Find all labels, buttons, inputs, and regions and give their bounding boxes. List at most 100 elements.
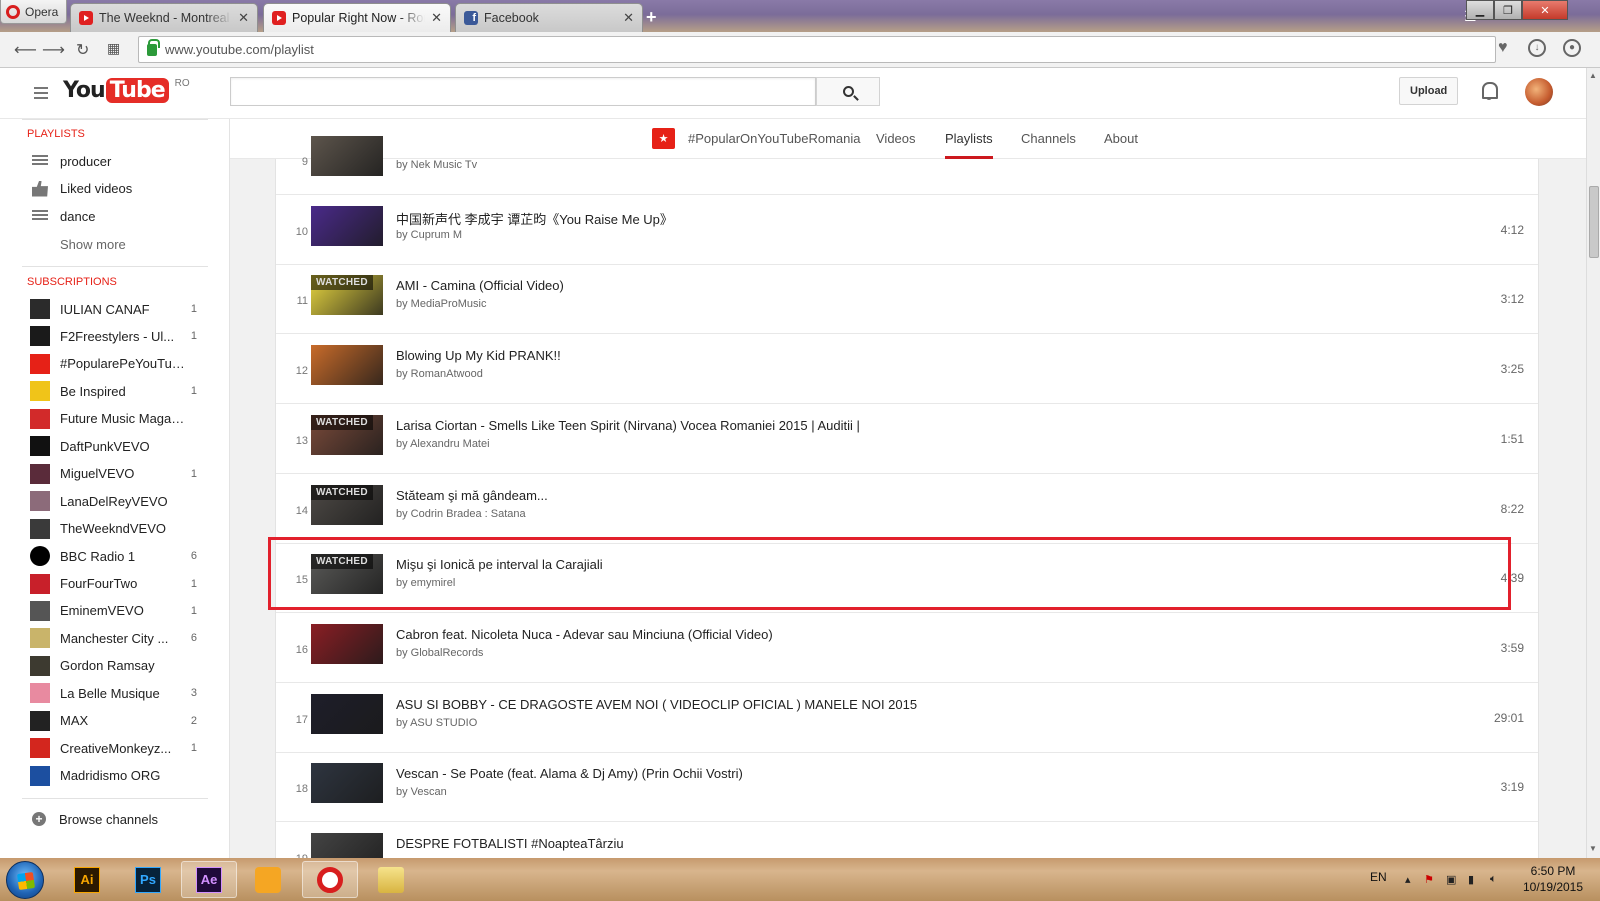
forward-arrow-icon[interactable]: ⟶ <box>42 40 65 60</box>
volume-icon[interactable]: 🔈︎ <box>1490 873 1504 885</box>
taskbar-app-button[interactable]: Ai <box>59 861 115 898</box>
video-thumbnail[interactable] <box>311 205 383 246</box>
taskbar-app-button[interactable] <box>302 861 358 898</box>
network-signal-icon[interactable]: ▮ <box>1468 873 1482 886</box>
sidebar-subscription-item[interactable]: F2Freestylers - Ul... 1 <box>30 325 197 347</box>
back-arrow-icon[interactable]: ⟵ <box>14 40 37 60</box>
sidebar-subscription-item[interactable]: Future Music Magazine <box>30 408 197 430</box>
taskbar-app-button[interactable]: Ps <box>120 861 176 898</box>
show-more-link[interactable]: Show more <box>60 237 126 252</box>
video-channel[interactable]: by RomanAtwood <box>396 368 483 380</box>
system-clock[interactable]: 6:50 PM 10/19/2015 <box>1518 863 1588 895</box>
page-scrollbar[interactable]: ▲ ▼ <box>1586 68 1600 858</box>
sidebar-subscription-item[interactable]: MiguelVEVO 1 <box>30 463 197 485</box>
close-tab-icon[interactable]: ✕ <box>431 10 442 26</box>
search-input[interactable] <box>230 77 816 106</box>
browser-tab[interactable]: Popular Right Now - Romania - YouTube ✕ <box>263 3 451 32</box>
video-channel[interactable]: by emymirel <box>396 577 455 589</box>
sidebar-subscription-item[interactable]: Madridismo ORG <box>30 765 197 787</box>
video-thumbnail[interactable]: WATCHED <box>311 554 383 595</box>
sidebar-subscription-item[interactable]: Be Inspired 1 <box>30 380 197 402</box>
sidebar-subscription-item[interactable]: FourFourTwo 1 <box>30 573 197 595</box>
url-field[interactable]: www.youtube.com/playlist <box>138 36 1496 63</box>
video-thumbnail[interactable] <box>311 693 383 734</box>
playlist-row[interactable]: 9 by Nek Music Tv <box>276 124 1538 195</box>
video-thumbnail[interactable] <box>311 136 383 176</box>
playlist-row[interactable]: 14 WATCHED Stăteam şi mă gândeam... by Codr… <box>276 473 1538 544</box>
video-channel[interactable]: by GlobalRecords <box>396 647 483 659</box>
sidebar-subscription-item[interactable]: CreativeMonkeyz... 1 <box>30 737 197 759</box>
sidebar-subscription-item[interactable]: BBC Radio 1 6 <box>30 545 197 567</box>
playlist-row[interactable]: 13 WATCHED Larisa Ciortan - Smells Like Te… <box>276 403 1538 474</box>
video-thumbnail[interactable] <box>311 833 383 858</box>
search-button[interactable] <box>816 77 880 106</box>
scroll-up-arrow-icon[interactable]: ▲ <box>1589 71 1597 80</box>
playlist-row[interactable]: 17 ASU SI BOBBY - CE DRAGOSTE AVEM NOI ( … <box>276 682 1538 753</box>
close-tab-icon[interactable]: ✕ <box>623 10 634 26</box>
video-title[interactable]: Cabron feat. Nicoleta Nuca - Adevar sau … <box>396 627 773 642</box>
bookmark-heart-icon[interactable]: ♥ <box>1498 39 1508 57</box>
playlist-row[interactable]: 10 中国新声代 李成宇 谭芷昀《You Raise Me Up》 by Cupru… <box>276 194 1538 265</box>
notifications-bell-icon[interactable] <box>1481 80 1498 100</box>
language-indicator[interactable]: EN <box>1370 870 1387 884</box>
close-tab-icon[interactable]: ✕ <box>238 10 249 26</box>
playlist-row[interactable]: 19DESPRE FOTBALISTI #NoapteaTârziu <box>276 821 1538 858</box>
video-thumbnail[interactable]: WATCHED <box>311 484 383 525</box>
video-channel[interactable]: by Alexandru Matei <box>396 438 490 450</box>
close-window-button[interactable]: ✕ <box>1522 0 1568 20</box>
playlist-row[interactable]: 12 Blowing Up My Kid PRANK!! by RomanAtwoo… <box>276 333 1538 405</box>
video-channel[interactable]: by ASU STUDIO <box>396 717 477 729</box>
taskbar-app-button[interactable]: Ae <box>181 861 237 898</box>
sidebar-subscription-item[interactable]: LanaDelReyVEVO <box>30 490 197 512</box>
youtube-logo[interactable]: You Tube RO <box>63 78 190 103</box>
taskbar-app-button[interactable] <box>363 861 419 898</box>
video-channel[interactable]: by Codrin Bradea : Satana <box>396 508 526 520</box>
sidebar-playlist-item[interactable]: Liked videos <box>32 178 197 200</box>
upload-button[interactable]: Upload <box>1399 77 1459 105</box>
start-button[interactable] <box>6 861 44 899</box>
video-channel[interactable]: by Vescan <box>396 786 447 798</box>
playlist-row[interactable]: 15 WATCHED Mişu şi Ionică pe interval la C… <box>276 542 1538 614</box>
browser-tab[interactable]: f Facebook ✕ <box>455 3 643 32</box>
sidebar-subscription-item[interactable]: Gordon Ramsay <box>30 655 197 677</box>
avatar[interactable] <box>1525 78 1553 106</box>
action-center-flag-icon[interactable]: ⚑ <box>1424 873 1438 886</box>
sidebar-subscription-item[interactable]: La Belle Musique 3 <box>30 682 197 704</box>
minimize-button[interactable]: ▁ <box>1466 0 1494 20</box>
browse-channels-link[interactable]: + Browse channels <box>32 808 202 830</box>
download-icon[interactable]: ↓ <box>1528 39 1546 57</box>
video-title[interactable]: Stăteam şi mă gândeam... <box>396 488 548 503</box>
sidebar-playlist-item[interactable]: dance <box>32 205 197 227</box>
sidebar-subscription-item[interactable]: TheWeekndVEVO <box>30 518 197 540</box>
video-title[interactable]: Mişu şi Ionică pe interval la Carajiali <box>396 557 603 572</box>
reload-icon[interactable]: ↻ <box>76 40 89 60</box>
sidebar-playlist-item[interactable]: producer <box>32 150 197 172</box>
video-thumbnail[interactable] <box>311 623 383 664</box>
video-thumbnail[interactable]: WATCHED <box>311 414 383 455</box>
tray-expand-icon[interactable]: ▴ <box>1405 873 1419 886</box>
sidebar-subscription-item[interactable]: IULIAN CANAF 1 <box>30 298 197 320</box>
guide-menu-icon[interactable] <box>34 87 48 102</box>
video-title[interactable]: AMI - Camina (Official Video) <box>396 278 564 293</box>
taskbar-app-button[interactable] <box>240 861 296 898</box>
speed-dial-grid-icon[interactable]: ▦ <box>107 40 120 57</box>
sidebar-subscription-item[interactable]: Manchester City ... 6 <box>30 627 197 649</box>
new-tab-button[interactable]: + <box>646 7 657 28</box>
sidebar-subscription-item[interactable]: #PopularePeYouTube... <box>30 353 197 375</box>
maximize-button[interactable]: ❐ <box>1494 0 1522 20</box>
playlist-row[interactable]: 18 Vescan - Se Poate (feat. Alama & Dj Am… <box>276 751 1538 823</box>
video-title[interactable]: Vescan - Se Poate (feat. Alama & Dj Amy)… <box>396 766 743 781</box>
video-thumbnail[interactable] <box>311 763 383 804</box>
scroll-down-arrow-icon[interactable]: ▼ <box>1589 844 1597 853</box>
sidebar-subscription-item[interactable]: MAX 2 <box>30 710 197 732</box>
playlist-row[interactable]: 16 Cabron feat. Nicoleta Nuca - Adevar sa… <box>276 612 1538 683</box>
video-title[interactable]: 中国新声代 李成宇 谭芷昀《You Raise Me Up》 <box>396 209 673 228</box>
video-title[interactable]: ASU SI BOBBY - CE DRAGOSTE AVEM NOI ( VI… <box>396 697 917 712</box>
sidebar-subscription-item[interactable]: DaftPunkVEVO <box>30 435 197 457</box>
video-channel[interactable]: by MediaProMusic <box>396 298 486 310</box>
browser-tab[interactable]: The Weeknd - Montreal - YouTube ✕ <box>70 3 258 32</box>
tray-app-icon[interactable]: ▣ <box>1446 873 1460 886</box>
video-thumbnail[interactable] <box>311 345 383 386</box>
video-thumbnail[interactable]: WATCHED <box>311 275 383 316</box>
video-channel[interactable]: by Cuprum M <box>396 229 462 241</box>
